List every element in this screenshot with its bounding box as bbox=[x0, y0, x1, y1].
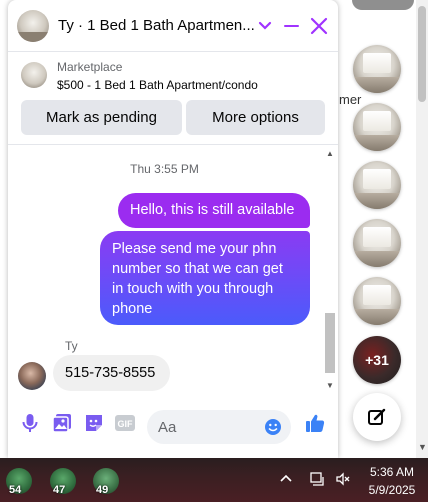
volume-muted-icon[interactable] bbox=[335, 471, 351, 487]
mark-as-pending-button[interactable]: Mark as pending bbox=[21, 100, 182, 135]
taskbar-app-icon[interactable]: 49 bbox=[93, 468, 119, 496]
sender-avatar[interactable] bbox=[18, 362, 46, 390]
sender-name: Ty bbox=[65, 339, 78, 353]
scroll-up-arrow[interactable]: ▲ bbox=[326, 150, 334, 158]
chevron-up-icon[interactable] bbox=[278, 471, 294, 487]
new-message-button[interactable] bbox=[353, 393, 401, 441]
svg-text:GIF: GIF bbox=[118, 419, 134, 429]
page-scroll-thumb[interactable] bbox=[418, 6, 426, 102]
chat-head-avatar[interactable] bbox=[353, 161, 401, 209]
contact-avatar[interactable] bbox=[17, 10, 49, 42]
message-composer: GIF Aa bbox=[8, 396, 338, 458]
minimize-icon[interactable] bbox=[284, 25, 299, 27]
close-icon[interactable] bbox=[310, 17, 328, 35]
message-input[interactable]: Aa bbox=[147, 410, 291, 444]
clock-date[interactable]: 5/9/2025 bbox=[362, 483, 422, 497]
microphone-icon[interactable] bbox=[19, 412, 41, 434]
taskbar-badge: 47 bbox=[53, 484, 66, 496]
chat-head-avatar[interactable] bbox=[353, 103, 401, 151]
listing-title[interactable]: $500 - 1 Bed 1 Bath Apartment/condo bbox=[57, 78, 258, 92]
page-scrollbar[interactable]: ▼ bbox=[416, 0, 428, 458]
listing-thumbnail[interactable] bbox=[21, 62, 47, 88]
message-thread: Thu 3:55 PM Hello, this is still availab… bbox=[8, 146, 338, 396]
taskbar: 54 47 49 5:36 AM 5/9/2025 bbox=[0, 458, 428, 502]
compose-icon bbox=[368, 408, 386, 425]
incoming-message[interactable]: 515-735-8555 bbox=[53, 355, 170, 391]
chat-head-avatar[interactable] bbox=[353, 277, 401, 325]
chat-head-avatar[interactable] bbox=[353, 45, 401, 93]
page-scroll-down-arrow[interactable]: ▼ bbox=[418, 442, 427, 452]
marketplace-label: Marketplace bbox=[57, 60, 123, 74]
like-icon[interactable] bbox=[304, 412, 326, 434]
more-chats-button[interactable]: +31 bbox=[353, 336, 401, 384]
background-image-fragment bbox=[352, 0, 414, 10]
scroll-down-arrow[interactable]: ▼ bbox=[326, 382, 334, 390]
message-timestamp: Thu 3:55 PM bbox=[130, 162, 199, 176]
thread-scrollbar[interactable]: ▲ ▼ bbox=[322, 146, 338, 396]
marketplace-card: Marketplace $500 - 1 Bed 1 Bath Apartmen… bbox=[8, 53, 338, 145]
background-partial-text: mer bbox=[339, 92, 362, 107]
taskbar-badge: 54 bbox=[9, 484, 22, 496]
taskbar-app-icon[interactable]: 54 bbox=[6, 468, 32, 496]
gif-icon[interactable]: GIF bbox=[114, 412, 136, 434]
taskbar-app-icon[interactable]: 47 bbox=[50, 468, 76, 496]
more-options-button[interactable]: More options bbox=[186, 100, 325, 135]
chat-title[interactable]: Ty · 1 Bed 1 Bath Apartmen... bbox=[58, 17, 258, 34]
emoji-icon[interactable] bbox=[264, 418, 282, 436]
chat-window: Ty · 1 Bed 1 Bath Apartmen... Marketplac… bbox=[8, 0, 338, 458]
outgoing-message[interactable]: Please send me your phn number so that w… bbox=[100, 231, 310, 325]
photo-icon[interactable] bbox=[51, 412, 73, 434]
chat-header[interactable]: Ty · 1 Bed 1 Bath Apartmen... bbox=[8, 0, 338, 52]
network-icon[interactable] bbox=[309, 471, 325, 487]
chevron-down-icon[interactable] bbox=[258, 17, 272, 33]
outgoing-message[interactable]: Hello, this is still available bbox=[118, 193, 310, 228]
thread-scroll-thumb[interactable] bbox=[325, 313, 335, 373]
taskbar-badge: 49 bbox=[96, 484, 109, 496]
message-input-placeholder: Aa bbox=[158, 419, 177, 436]
chat-head-avatar[interactable] bbox=[353, 219, 401, 267]
sticker-icon[interactable] bbox=[83, 412, 105, 434]
clock-time[interactable]: 5:36 AM bbox=[362, 465, 422, 479]
